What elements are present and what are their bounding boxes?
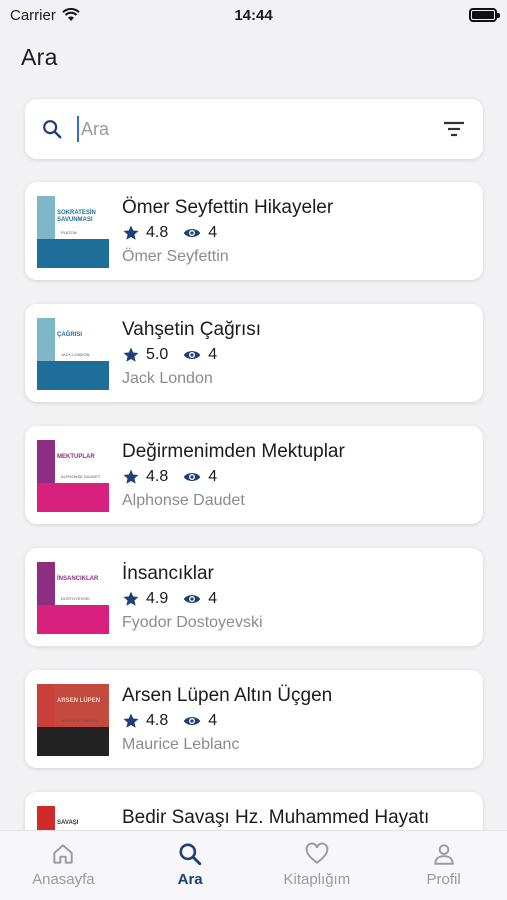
cover-subtitle: DOSTOYEVSKİ <box>61 596 90 601</box>
view-count: 4 <box>208 468 218 485</box>
book-title: İnsancıklar <box>122 563 214 584</box>
book-card[interactable]: ÇAĞRISI JACK LONDON Vahşetin Çağrısı 5.0… <box>25 304 483 402</box>
filter-icon[interactable] <box>441 116 467 142</box>
cover-subtitle: ALPHONSE DAUDET <box>61 474 101 479</box>
person-icon <box>433 844 454 865</box>
home-icon <box>53 844 74 864</box>
cover-subtitle: JACK LONDON <box>61 352 90 357</box>
cover-title: SAVAŞI <box>57 820 79 826</box>
page-title: Ara <box>21 44 58 70</box>
star-icon <box>123 347 139 362</box>
book-author: Jack London <box>122 370 213 387</box>
book-cover: ÇAĞRISI JACK LONDON <box>37 318 109 390</box>
status-bar: Carrier 14:44 <box>0 0 507 30</box>
book-meta: 4.8 4 <box>122 224 217 242</box>
star-icon <box>123 591 139 606</box>
cover-title: ÇAĞRISI <box>57 332 83 338</box>
search-icon <box>179 843 202 866</box>
cover-title: MEKTUPLAR <box>57 454 95 460</box>
cover-bottom <box>37 483 109 512</box>
battery-icon <box>469 8 500 22</box>
book-title: Değirmenimden Mektuplar <box>122 441 345 462</box>
eye-icon <box>184 717 201 725</box>
book-title: Bedir Savaşı Hz. Muhammed Hayatı <box>122 807 430 828</box>
view-count: 4 <box>208 590 218 607</box>
tab-bar: Anasayfa Ara Kitaplığım Profil <box>0 830 507 900</box>
rating-value: 4.9 <box>146 590 169 607</box>
cover-bottom <box>37 361 109 390</box>
search-bar[interactable] <box>25 99 483 159</box>
tab-home[interactable]: Anasayfa <box>3 841 123 888</box>
tab-label: Profil <box>426 871 461 888</box>
status-left: Carrier <box>10 7 80 24</box>
book-cover: SOKRATESİN SAVUNMASI PLATON <box>37 196 109 268</box>
book-author: Ömer Seyfettin <box>122 248 229 265</box>
wifi-icon <box>62 8 80 21</box>
heart-icon <box>305 842 329 864</box>
star-icon <box>123 713 139 728</box>
cover-title: İNSANCIKLAR <box>57 576 99 582</box>
eye-icon <box>184 473 201 481</box>
book-cover: ARSEN LÜPEN MAURICE LEBLANC <box>37 684 109 756</box>
book-card[interactable]: ARSEN LÜPEN MAURICE LEBLANC Arsen Lüpen … <box>25 670 483 768</box>
eye-icon <box>184 229 201 237</box>
eye-icon <box>184 595 201 603</box>
cover-title: ARSEN LÜPEN <box>57 698 101 704</box>
book-author: Fyodor Dostoyevski <box>122 614 263 631</box>
cover-title: SOKRATESİN SAVUNMASI <box>57 210 96 223</box>
book-author: Maurice Leblanc <box>122 736 240 753</box>
cover-bottom <box>37 727 109 756</box>
cover-subtitle: MAURICE LEBLANC <box>61 718 99 723</box>
cover-subtitle: PLATON <box>61 230 77 235</box>
tab-label: Ara <box>177 871 203 888</box>
rating-value: 5.0 <box>146 346 169 363</box>
view-count: 4 <box>208 712 218 729</box>
book-card[interactable]: SOKRATESİN SAVUNMASI PLATON Ömer Seyfett… <box>25 182 483 280</box>
star-icon <box>123 225 139 240</box>
book-card[interactable]: MEKTUPLAR ALPHONSE DAUDET Değirmenimden … <box>25 426 483 524</box>
search-input[interactable] <box>81 118 441 140</box>
tab-search[interactable]: Ara <box>130 841 250 888</box>
book-title: Ömer Seyfettin Hikayeler <box>122 197 334 218</box>
rating-value: 4.8 <box>146 712 169 729</box>
carrier-label: Carrier <box>10 6 56 24</box>
book-cover: İNSANCIKLAR DOSTOYEVSKİ <box>37 562 109 634</box>
tab-library[interactable]: Kitaplığım <box>257 841 377 888</box>
book-author: Alphonse Daudet <box>122 492 245 509</box>
rating-value: 4.8 <box>146 224 169 241</box>
eye-icon <box>184 351 201 359</box>
book-meta: 5.0 4 <box>122 346 217 364</box>
book-meta: 4.9 4 <box>122 590 217 608</box>
book-card[interactable]: İNSANCIKLAR DOSTOYEVSKİ İnsancıklar 4.9 … <box>25 548 483 646</box>
tab-label: Kitaplığım <box>283 871 351 888</box>
book-meta: 4.8 4 <box>122 468 217 486</box>
status-time: 14:44 <box>234 6 273 24</box>
search-icon <box>43 120 62 139</box>
book-cover: MEKTUPLAR ALPHONSE DAUDET <box>37 440 109 512</box>
view-count: 4 <box>208 224 218 241</box>
text-cursor <box>77 116 79 142</box>
book-meta: 4.8 4 <box>122 712 217 730</box>
star-icon <box>123 469 139 484</box>
book-title: Arsen Lüpen Altın Üçgen <box>122 685 333 706</box>
cover-bottom <box>37 605 109 634</box>
cover-bottom <box>37 239 109 268</box>
view-count: 4 <box>208 346 218 363</box>
tab-label: Anasayfa <box>32 871 95 888</box>
book-title: Vahşetin Çağrısı <box>122 319 262 340</box>
tab-profile[interactable]: Profil <box>384 841 504 888</box>
rating-value: 4.8 <box>146 468 169 485</box>
